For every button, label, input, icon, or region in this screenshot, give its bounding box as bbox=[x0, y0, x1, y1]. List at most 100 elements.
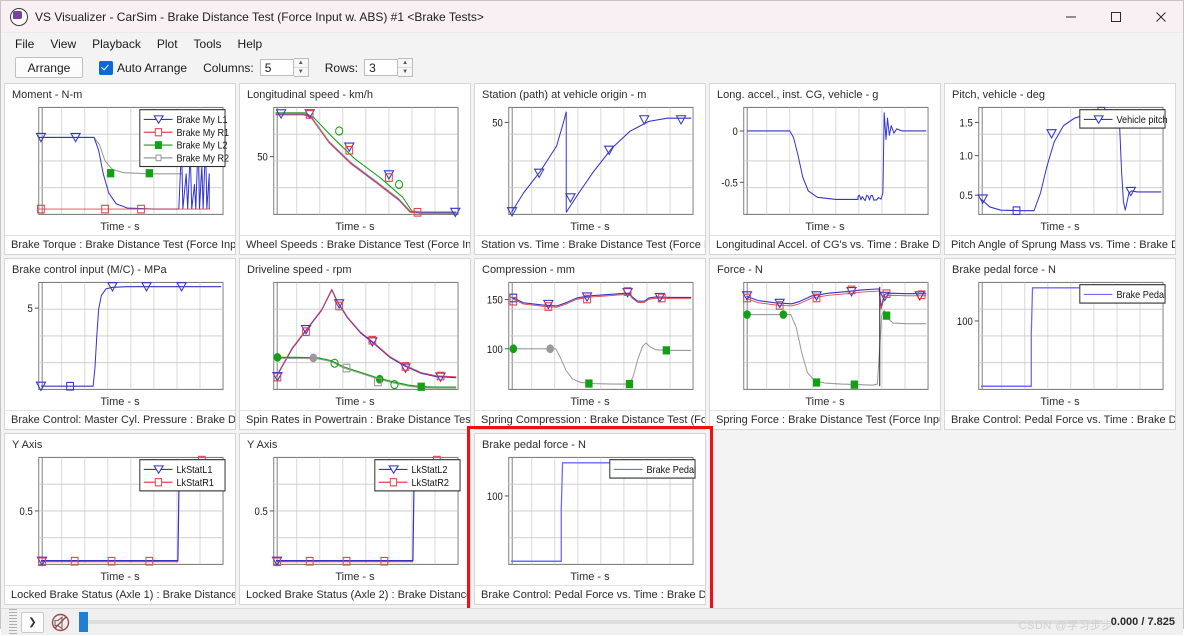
plot-canvas[interactable]: 1.5 1.0 0.5 Vehicle pitch bbox=[945, 103, 1175, 220]
plot-canvas[interactable]: 0.5 LkStatL1 LkStatR1 bbox=[5, 453, 235, 570]
window-title: VS Visualizer - CarSim - Brake Distance … bbox=[35, 9, 484, 24]
plot-legend: Brake Pedal bbox=[1079, 284, 1166, 304]
maximize-button[interactable] bbox=[1093, 1, 1138, 32]
toolbar: Arrange Auto Arrange Columns: 5 ▲ ▼ Rows… bbox=[1, 55, 1183, 80]
plot-legend: Vehicle pitch bbox=[1079, 109, 1168, 129]
svg-text:0.5: 0.5 bbox=[960, 191, 974, 203]
rows-input[interactable]: 3 bbox=[364, 59, 399, 76]
rows-spin-arrows[interactable]: ▲ ▼ bbox=[398, 58, 414, 77]
svg-text:150: 150 bbox=[487, 295, 503, 307]
plot-x-axis-title: Time - s bbox=[100, 221, 140, 233]
plot-canvas[interactable]: 50 bbox=[475, 103, 705, 220]
svg-text:5: 5 bbox=[27, 304, 33, 316]
plot-canvas[interactable]: 0 -0.5 bbox=[710, 103, 940, 220]
plot-caption: Station vs. Time : Brake Distance Test (… bbox=[475, 235, 705, 254]
svg-text:0: 0 bbox=[732, 127, 738, 139]
plot-caption: Brake Control: Pedal Force vs. Time : Br… bbox=[475, 585, 705, 604]
plot-panel-station-vs-time[interactable]: Station (path) at vehicle origin - m 50 … bbox=[474, 83, 706, 255]
plot-panel-vehicle-pitch[interactable]: Pitch, vehicle - deg 1.5 1.0 0.5 Vehicle pi… bbox=[944, 83, 1176, 255]
plot-x-axis-title: Time - s bbox=[805, 396, 845, 408]
plot-panel-pedal-force-top[interactable]: Brake pedal force - N 100 Brake Pedal Tim… bbox=[944, 258, 1176, 430]
plot-row-1: Moment - N-m Brake My L1 Brake My R1 Brake… bbox=[4, 83, 1180, 255]
resize-grip[interactable] bbox=[9, 609, 17, 635]
svg-text:100: 100 bbox=[487, 344, 503, 356]
plot-caption: Longitudinal Accel. of CG's vs. Time : B… bbox=[710, 235, 940, 254]
plot-x-axis-title: Time - s bbox=[570, 221, 610, 233]
svg-text:Vehicle pitch: Vehicle pitch bbox=[1116, 115, 1167, 127]
plot-canvas[interactable]: 50 bbox=[240, 103, 470, 220]
plot-y-axis-title: Brake pedal force - N bbox=[482, 439, 586, 451]
plot-panel-locked-brake-axle1[interactable]: Y Axis 0.5 LkStatL1 LkStatR1 Time - s Locke… bbox=[4, 433, 236, 605]
plot-x-axis-title: Time - s bbox=[335, 221, 375, 233]
svg-text:1.0: 1.0 bbox=[960, 151, 974, 163]
svg-text:Brake My L2: Brake My L2 bbox=[176, 140, 227, 152]
mute-icon[interactable] bbox=[50, 612, 71, 633]
arrange-button[interactable]: Arrange bbox=[15, 57, 83, 78]
auto-arrange-checkbox[interactable] bbox=[99, 60, 113, 75]
plot-legend: Brake My L1Brake My R1Brake My L2Brake M… bbox=[139, 109, 229, 168]
menu-item-help[interactable]: Help bbox=[230, 35, 271, 53]
svg-text:LkStatL2: LkStatL2 bbox=[411, 465, 447, 477]
minimize-button[interactable] bbox=[1048, 1, 1093, 32]
columns-input[interactable]: 5 bbox=[259, 59, 294, 76]
menu-item-plot[interactable]: Plot bbox=[149, 35, 186, 53]
rows-spin-down[interactable]: ▼ bbox=[398, 68, 412, 76]
plot-caption: Brake Torque : Brake Distance Test (Forc… bbox=[5, 235, 235, 254]
rows-stepper[interactable]: 3 ▲ ▼ bbox=[364, 58, 414, 77]
svg-text:50: 50 bbox=[257, 152, 268, 164]
columns-spin-up[interactable]: ▲ bbox=[293, 59, 308, 68]
plot-y-axis-title: Driveline speed - rpm bbox=[247, 264, 352, 276]
status-bar: ❯ 0.000 / 7.825 CSDN @学习步步 bbox=[1, 608, 1183, 635]
auto-arrange-label: Auto Arrange bbox=[117, 60, 188, 75]
plot-y-axis-title: Long. accel., inst. CG, vehicle - g bbox=[717, 89, 879, 101]
svg-text:-0.5: -0.5 bbox=[721, 178, 738, 190]
svg-text:100: 100 bbox=[957, 317, 973, 329]
plot-canvas[interactable]: 150 100 bbox=[475, 278, 705, 395]
plot-panel-spring-force[interactable]: Force - N Time - s Spring Force : Brake D… bbox=[709, 258, 941, 430]
plot-canvas[interactable] bbox=[240, 278, 470, 395]
plot-x-axis-title: Time - s bbox=[570, 396, 610, 408]
plot-x-axis-title: Time - s bbox=[805, 221, 845, 233]
plot-x-axis-title: Time - s bbox=[1040, 221, 1080, 233]
plot-panel-locked-brake-axle2[interactable]: Y Axis 0.5 LkStatL2 LkStatR2 Time - s Locke… bbox=[239, 433, 471, 605]
plot-panel-spin-rates[interactable]: Driveline speed - rpm Time - s Spin Rates… bbox=[239, 258, 471, 430]
svg-text:0.5: 0.5 bbox=[20, 507, 34, 519]
menu-item-playback[interactable]: Playback bbox=[84, 35, 149, 53]
plot-panel-wheel-speeds[interactable]: Longitudinal speed - km/h 50 Time - s Whe… bbox=[239, 83, 471, 255]
plot-canvas[interactable]: Brake My L1 Brake My R1 Brake My L2 Brake M… bbox=[5, 103, 235, 220]
svg-text:LkStatR2: LkStatR2 bbox=[411, 477, 448, 489]
svg-text:50: 50 bbox=[492, 118, 503, 130]
menu-item-file[interactable]: File bbox=[7, 35, 42, 53]
plot-canvas[interactable]: 5 bbox=[5, 278, 235, 395]
menu-item-view[interactable]: View bbox=[42, 35, 84, 53]
svg-text:Brake Pedal: Brake Pedal bbox=[646, 465, 696, 477]
columns-stepper[interactable]: 5 ▲ ▼ bbox=[259, 58, 309, 77]
plot-x-axis-title: Time - s bbox=[100, 571, 140, 583]
plot-y-axis-title: Pitch, vehicle - deg bbox=[952, 89, 1045, 101]
plot-panel-brake-torque[interactable]: Moment - N-m Brake My L1 Brake My R1 Brake… bbox=[4, 83, 236, 255]
columns-spin-down[interactable]: ▼ bbox=[294, 68, 308, 76]
plot-caption: Spin Rates in Powertrain : Brake Distanc… bbox=[240, 410, 470, 429]
plot-canvas[interactable]: 0.5 LkStatL2 LkStatR2 bbox=[240, 453, 470, 570]
close-button[interactable] bbox=[1138, 1, 1183, 32]
plot-panel-master-cyl-pressure[interactable]: Brake control input (M/C) - MPa 5 Time -… bbox=[4, 258, 236, 430]
plot-panel-longitudinal-accel[interactable]: Long. accel., inst. CG, vehicle - g 0 -0.… bbox=[709, 83, 941, 255]
plot-caption: Locked Brake Status (Axle 2) : Brake Dis… bbox=[240, 585, 470, 604]
plot-canvas[interactable] bbox=[710, 278, 940, 395]
plot-panel-spring-compression[interactable]: Compression - mm 150 100 Time - s Spring C… bbox=[474, 258, 706, 430]
svg-text:Brake My R1: Brake My R1 bbox=[176, 127, 229, 139]
plot-canvas[interactable]: 100 Brake Pedal bbox=[945, 278, 1175, 395]
timeline-thumb[interactable] bbox=[79, 612, 88, 632]
plot-caption: Wheel Speeds : Brake Distance Test (Forc… bbox=[240, 235, 470, 254]
play-button[interactable]: ❯ bbox=[21, 611, 44, 633]
plot-row-2: Brake control input (M/C) - MPa 5 Time -… bbox=[4, 258, 1180, 430]
plot-y-axis-title: Compression - mm bbox=[482, 264, 575, 276]
plot-panel-pedal-force-selected[interactable]: Brake pedal force - N 100 Brake Pedal Tim… bbox=[467, 426, 713, 612]
menu-item-tools[interactable]: Tools bbox=[186, 35, 230, 53]
timeline-slider[interactable] bbox=[79, 612, 1103, 632]
plot-canvas[interactable]: 100 Brake Pedal bbox=[475, 453, 705, 570]
auto-arrange-toggle[interactable]: Auto Arrange bbox=[99, 60, 188, 75]
columns-spin-arrows[interactable]: ▲ ▼ bbox=[293, 58, 309, 77]
rows-spin-up[interactable]: ▲ bbox=[398, 59, 413, 68]
application-window: VS Visualizer - CarSim - Brake Distance … bbox=[0, 0, 1184, 635]
